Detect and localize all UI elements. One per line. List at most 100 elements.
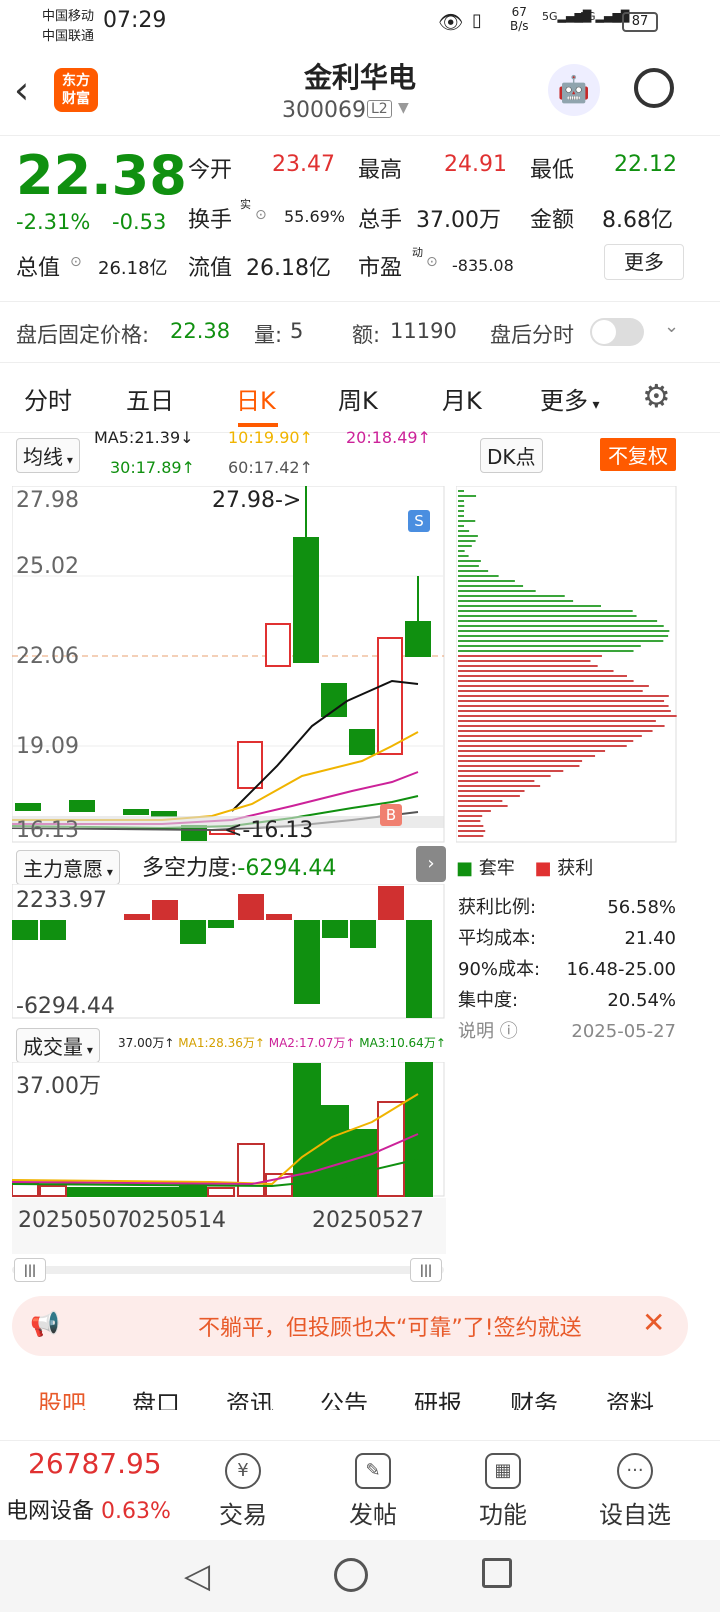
robot-avatar-icon[interactable]: 🤖 xyxy=(548,64,600,116)
indicator-select[interactable]: 均线 ▾ xyxy=(16,438,80,473)
volume-bar xyxy=(152,1188,178,1196)
chip-bar xyxy=(458,585,523,587)
y-tick-top: 27.98 xyxy=(16,488,79,513)
add-watchlist-button[interactable]: ··· 设自选 xyxy=(580,1453,690,1530)
adjust-toggle[interactable]: 不复权 xyxy=(600,438,676,471)
chip-bar xyxy=(458,695,669,697)
vibrate-icon: ▯ xyxy=(472,10,482,31)
ma20-label: 20:18.49↑ xyxy=(346,428,431,447)
promo-text[interactable]: 不躺平，但投顾也太“可靠”了!签约就送 xyxy=(198,1310,638,1342)
change-pct: -2.31% xyxy=(16,210,90,234)
tab-timeshare[interactable]: 分时 xyxy=(24,381,72,416)
candle xyxy=(378,638,402,754)
range-slider-right-handle[interactable]: ||| xyxy=(410,1258,442,1282)
chip-bar xyxy=(458,595,565,597)
force-bottom-value: -6294.44 xyxy=(16,994,115,1019)
info-icon[interactable]: ⊙ xyxy=(255,207,267,223)
level-badge[interactable]: L2 xyxy=(367,100,392,118)
tab-weekly-k[interactable]: 周K xyxy=(338,381,378,416)
y-tick-4: 19.09 xyxy=(16,734,79,759)
tab-news[interactable]: 资讯 xyxy=(226,1384,274,1410)
chip-bar xyxy=(458,800,502,802)
chip-bar xyxy=(458,645,641,647)
volume-indicator-select[interactable]: 成交量 ▾ xyxy=(16,1028,100,1063)
close-icon[interactable]: ✕ xyxy=(642,1306,665,1339)
volume-bar xyxy=(294,1064,320,1196)
force-indicator-select[interactable]: 主力意愿 ▾ xyxy=(16,850,120,885)
megaphone-icon: 📢 xyxy=(30,1310,60,1338)
force-bar xyxy=(238,894,264,920)
settings-gear-icon[interactable]: ⚙ xyxy=(642,377,671,415)
ma5-label: MA5:21.39↓ xyxy=(94,428,194,447)
tab-monthly-k[interactable]: 月K xyxy=(442,381,482,416)
force-bar xyxy=(266,914,292,920)
candle xyxy=(294,538,318,662)
range-slider-left-handle[interactable]: ||| xyxy=(14,1258,46,1282)
force-bar xyxy=(378,886,404,920)
chip-bar xyxy=(458,690,643,692)
promo-banner[interactable]: 📢 不躺平，但投顾也太“可靠”了!签约就送 ✕ xyxy=(12,1296,688,1356)
high-value: 24.91 xyxy=(444,152,507,177)
after-amt-label: 额: xyxy=(352,319,380,349)
volume-bar xyxy=(68,1188,94,1196)
range-slider-track[interactable] xyxy=(12,1266,444,1274)
low-label: 最低 xyxy=(530,152,574,184)
chevron-down-icon[interactable]: ▼ xyxy=(398,100,409,116)
candle xyxy=(152,812,176,816)
turnover-value: 55.69% xyxy=(284,207,345,226)
tab-announcements[interactable]: 公告 xyxy=(320,1384,368,1410)
tab-finance[interactable]: 财务 xyxy=(510,1384,558,1410)
ma30-label: 30:17.89↑ xyxy=(110,458,195,477)
nav-home-icon[interactable] xyxy=(334,1558,368,1592)
tab-more[interactable]: 更多 ▾ xyxy=(540,381,599,416)
chip-bar xyxy=(458,490,464,492)
trade-button[interactable]: ¥ 交易 xyxy=(188,1453,298,1530)
info-icon[interactable]: ⊙ xyxy=(426,254,438,270)
system-nav-bar: ◁ xyxy=(0,1540,720,1612)
chip-bar xyxy=(458,755,595,757)
chevron-right-icon[interactable]: › xyxy=(416,846,446,882)
tab-daily-k[interactable]: 日K xyxy=(236,381,276,416)
turnover-sup: 实 xyxy=(240,196,251,212)
nav-back-icon[interactable]: ◁ xyxy=(184,1556,210,1596)
buy-signal-badge[interactable]: B xyxy=(380,804,402,826)
chevron-down-icon[interactable]: ⌄ xyxy=(664,316,679,337)
mcap-value: 26.18亿 xyxy=(98,254,168,280)
chip-distribution-chart[interactable] xyxy=(456,486,678,844)
tab-orderbook[interactable]: 盘口 xyxy=(132,1384,180,1410)
chip-bar xyxy=(458,505,464,507)
max-price-marker: 27.98-> xyxy=(212,488,301,513)
search-icon[interactable] xyxy=(634,68,674,108)
after-price-label: 盘后固定价格: xyxy=(16,319,149,349)
chip-bar xyxy=(458,775,551,777)
tab-profile[interactable]: 资料 xyxy=(606,1384,654,1410)
force-bar xyxy=(322,920,348,938)
sector-name[interactable]: 电网设备 0.63% xyxy=(6,1493,171,1525)
chip-bar xyxy=(458,745,627,747)
timeshare-toggle[interactable] xyxy=(590,318,644,346)
tab-five-day[interactable]: 五日 xyxy=(126,381,174,416)
more-button[interactable]: 更多 xyxy=(604,244,684,280)
tab-research[interactable]: 研报 xyxy=(414,1384,462,1410)
quote-panel: 22.38 -2.31% -0.53 今开 23.47 最高 24.91 最低 … xyxy=(0,136,720,301)
candle xyxy=(406,622,430,656)
after-hours-bar: 盘后固定价格: 22.38 量: 5 额: 11190 盘后分时 ⌄ xyxy=(0,301,720,363)
sell-signal-badge[interactable]: S xyxy=(408,510,430,532)
tab-forum[interactable]: 股吧 xyxy=(38,1384,86,1410)
clock: 07:29 xyxy=(103,8,166,33)
chip-bar xyxy=(458,605,601,607)
dk-point-select[interactable]: DK点 xyxy=(480,438,543,473)
chip-legend: ■ 套牢 ■ 获利 xyxy=(456,854,593,880)
chip-bar xyxy=(458,570,488,572)
chip-bar xyxy=(458,520,475,522)
sector-index-value[interactable]: 26787.95 xyxy=(28,1447,162,1480)
chip-bar xyxy=(458,820,480,822)
chip-bar xyxy=(458,830,485,832)
nav-recent-icon[interactable] xyxy=(482,1558,512,1588)
pe-label: 市盈 xyxy=(358,250,402,282)
chip-bar xyxy=(458,700,664,702)
info-icon[interactable]: ⊙ xyxy=(70,254,82,270)
chip-bar xyxy=(458,625,664,627)
functions-button[interactable]: ▦ 功能 xyxy=(448,1453,558,1530)
post-button[interactable]: ✎ 发帖 xyxy=(318,1453,428,1530)
